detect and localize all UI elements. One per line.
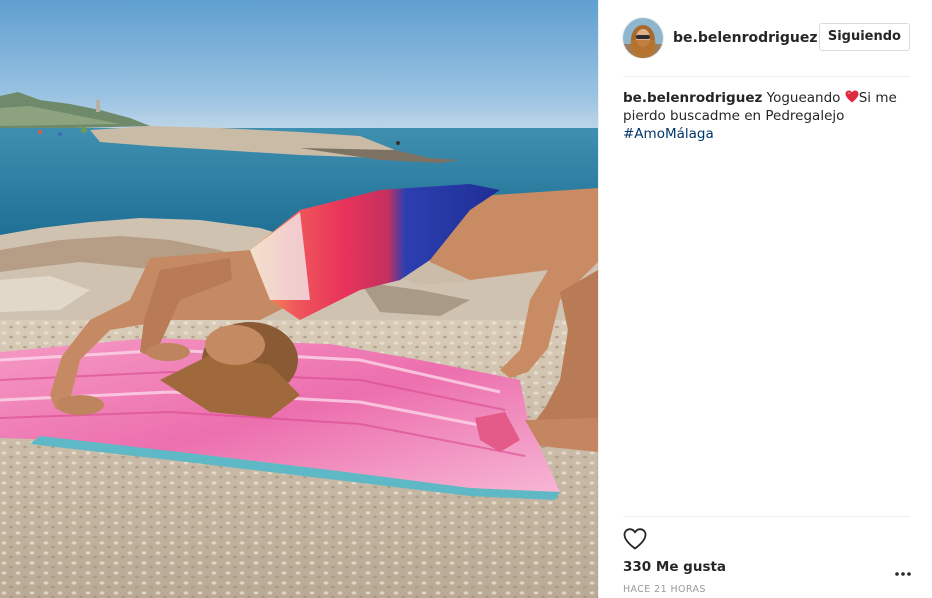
post-sidebar: be.belenrodriguez Siguiendo be.belenrodr… [598, 0, 932, 598]
like-button[interactable] [622, 526, 648, 552]
more-options-button[interactable] [894, 566, 912, 580]
avatar-image [623, 18, 663, 58]
caption-text-start: Yogueando [762, 90, 845, 106]
more-options-icon [895, 572, 911, 576]
likes-count[interactable]: 330 Me gusta [623, 559, 726, 575]
actions-divider [623, 516, 910, 517]
instagram-post: be.belenrodriguez Siguiendo be.belenrodr… [0, 0, 932, 598]
hashtag-link[interactable]: #AmoMálaga [623, 126, 714, 142]
heart-outline-icon [623, 528, 647, 550]
header-divider [623, 76, 910, 77]
caption-username[interactable]: be.belenrodriguez [623, 90, 762, 106]
header-username[interactable]: be.belenrodriguez [673, 30, 818, 46]
post-photo[interactable] [0, 0, 598, 598]
post-caption: be.belenrodriguez Yogueando Si me pierdo… [623, 89, 910, 143]
avatar[interactable] [623, 18, 663, 58]
red-heart-icon [845, 90, 859, 103]
post-header: be.belenrodriguez Siguiendo [623, 17, 910, 59]
post-timestamp[interactable]: HACE 21 HORAS [623, 584, 706, 595]
following-button[interactable]: Siguiendo [818, 23, 910, 51]
